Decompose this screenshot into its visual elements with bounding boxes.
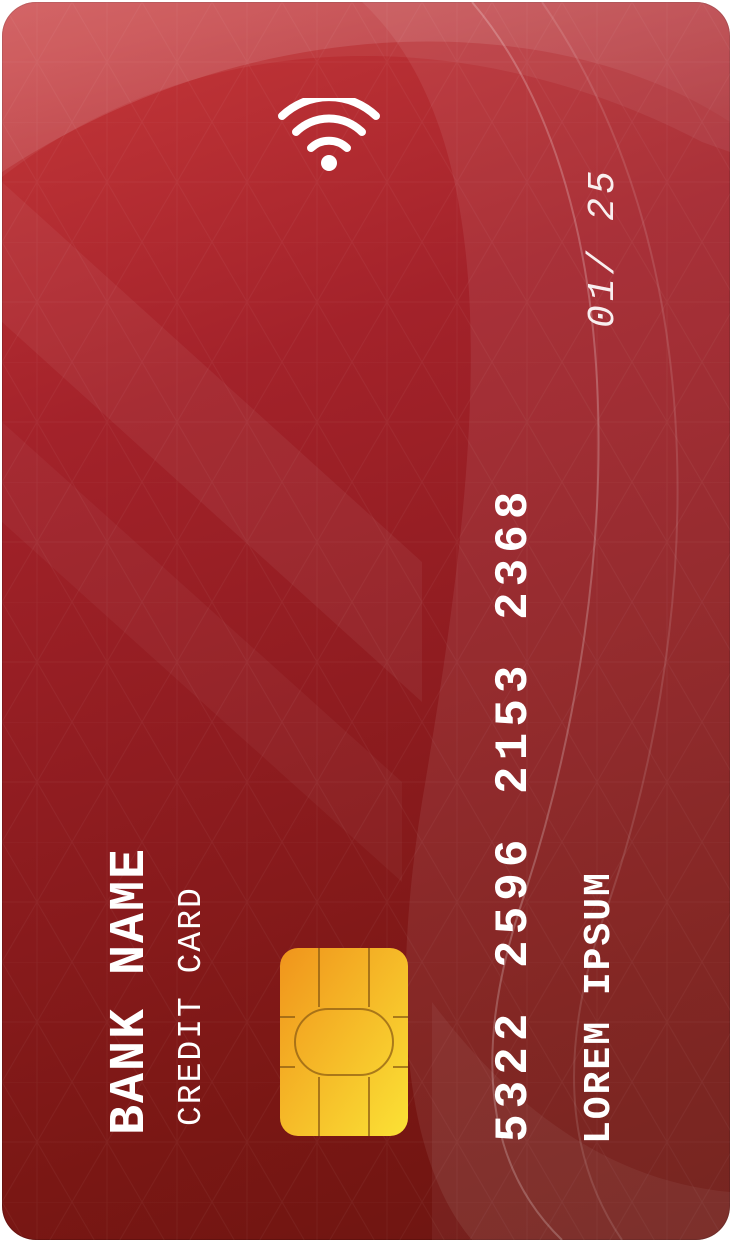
- contactless-icon: [278, 98, 380, 171]
- card-number: 5322 2596 2153 2368: [488, 485, 540, 1143]
- chip-icon: [280, 948, 408, 1136]
- expiry-date: 01/ 25: [582, 167, 625, 328]
- bank-name: BANK NAME: [102, 846, 159, 1135]
- credit-card: BANK NAME CREDIT CARD 5322 2596 2153 236…: [2, 2, 730, 1240]
- cardholder-name: LOREM IPSUM: [578, 871, 621, 1144]
- card-type-label: CREDIT CARD: [173, 886, 210, 1126]
